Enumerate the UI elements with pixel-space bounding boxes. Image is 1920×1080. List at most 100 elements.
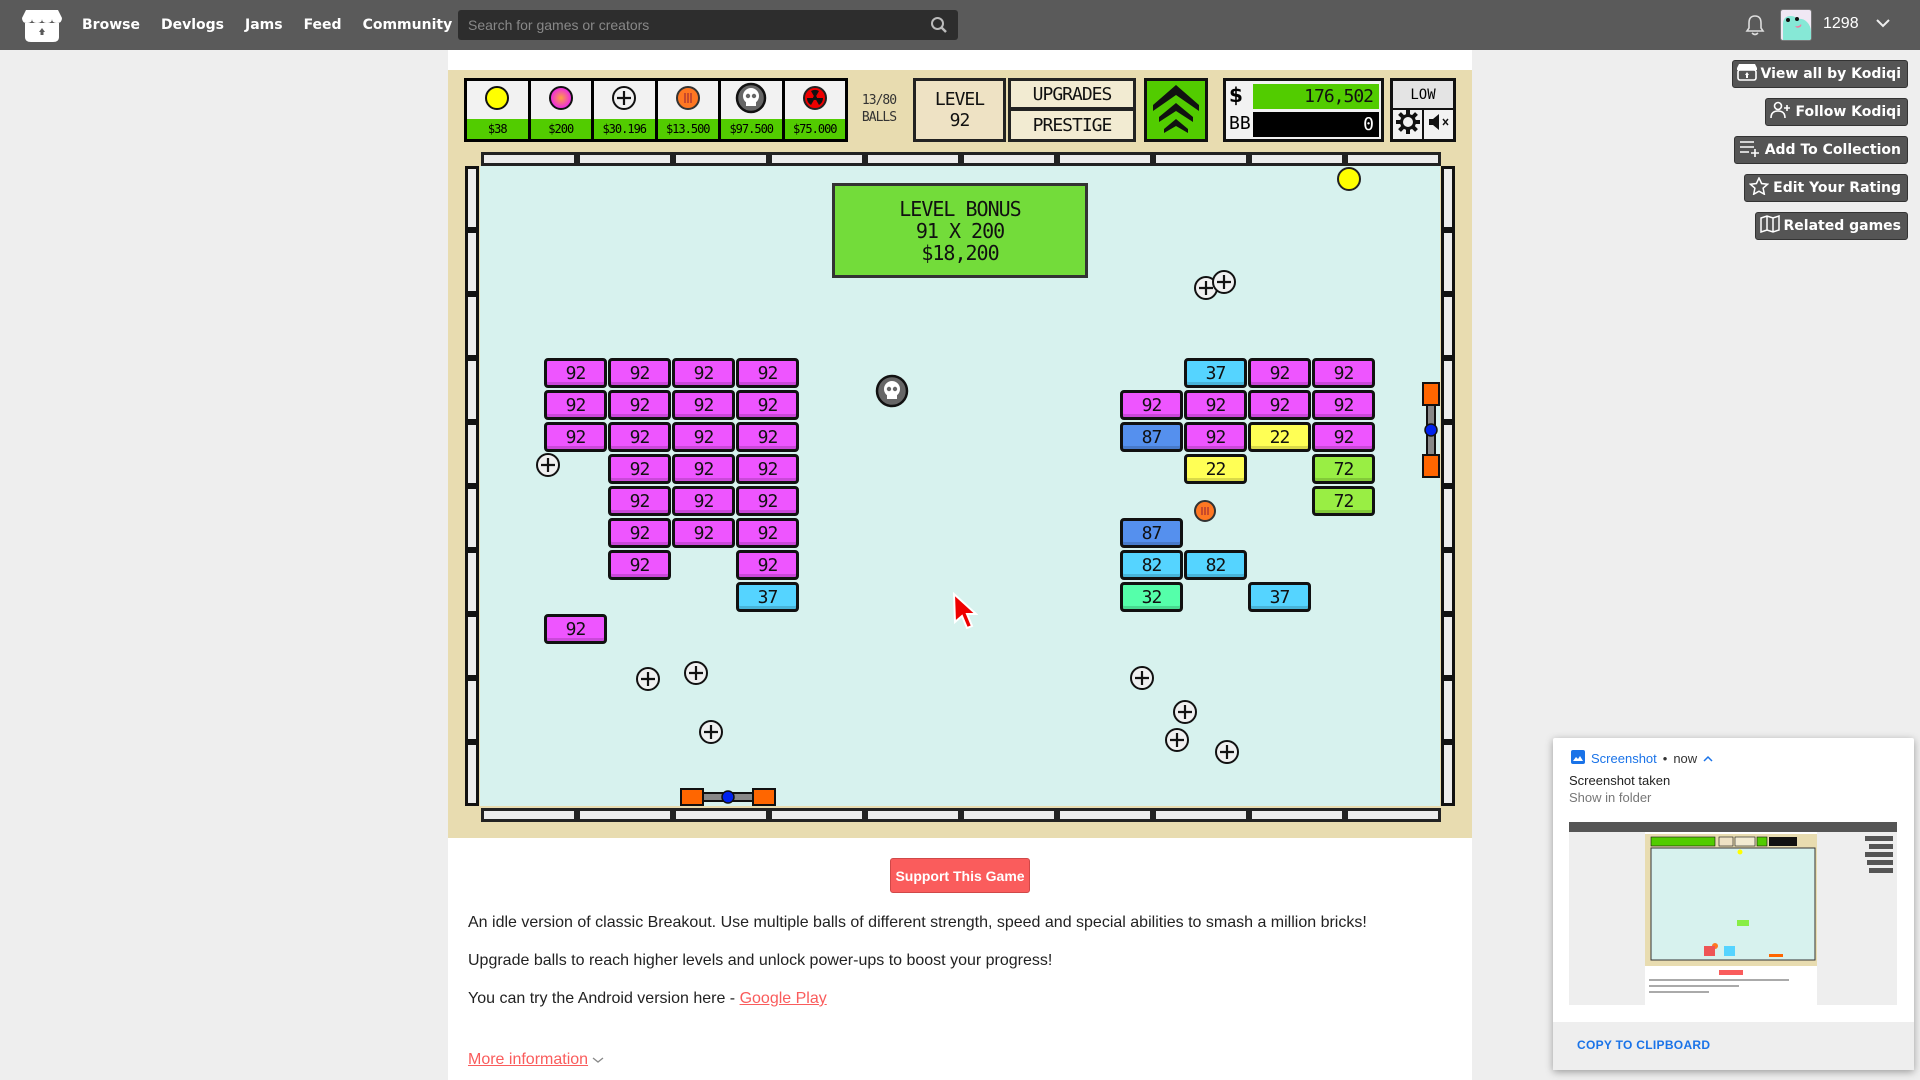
shop-item-basic-ball[interactable]: $38	[467, 81, 528, 139]
ball-shop: $38 $200 $30.196 $13.500 $97.500 $75.000	[464, 78, 848, 142]
google-play-link[interactable]: Google Play	[740, 990, 827, 1007]
shop-price: $30.196	[594, 119, 655, 139]
shop-item-plus-ball[interactable]: $30.196	[594, 81, 655, 139]
view-all-by-author-button[interactable]: View all by Kodiqi	[1731, 60, 1908, 88]
wall-segment-right	[1441, 550, 1455, 614]
gear-icon	[1395, 110, 1420, 139]
user-coin-count: 1298	[1823, 15, 1859, 32]
balls-count-label: BALLS	[861, 110, 897, 125]
triple-chevron-up-icon	[1149, 81, 1203, 140]
wall-segment-left	[465, 678, 479, 742]
nav-community[interactable]: Community	[363, 17, 453, 33]
brick-left: 92	[608, 486, 671, 516]
brick-right: 72	[1312, 486, 1375, 516]
nav-browse[interactable]: Browse	[82, 17, 140, 33]
skull-ball-icon	[735, 82, 767, 119]
bonus-multiplier: 91 X 200	[915, 218, 1005, 243]
nav-devlogs[interactable]: Devlogs	[161, 17, 224, 33]
right-paddle	[1422, 382, 1440, 483]
bonus-title: LEVEL BONUS	[899, 196, 1021, 221]
chevron-up-icon[interactable]	[1703, 751, 1713, 766]
brick-left: 92	[736, 454, 799, 484]
plus-ball-icon	[536, 453, 560, 477]
nav-jams[interactable]: Jams	[245, 17, 283, 33]
shop-price: $200	[530, 119, 591, 139]
wall-segment-bottom	[1249, 808, 1345, 822]
brick-left: 92	[672, 422, 735, 452]
screenshot-notification: Screenshot • now Screenshot taken Show i…	[1553, 738, 1914, 1070]
wall-segment-right	[1441, 294, 1455, 358]
quality-toggle-button[interactable]: LOW	[1393, 81, 1453, 108]
search-input[interactable]	[458, 10, 958, 40]
skull-ball-icon	[875, 374, 909, 413]
plus-ball-icon	[1130, 666, 1154, 690]
upgrades-button[interactable]: UPGRADES	[1008, 78, 1136, 110]
edit-rating-button[interactable]: Edit Your Rating	[1744, 174, 1908, 202]
related-games-button[interactable]: Related games	[1754, 212, 1908, 240]
balls-count-value: 13/80	[861, 93, 897, 108]
notifications-bell-icon[interactable]	[1745, 14, 1765, 41]
wall-segment-top	[961, 152, 1057, 166]
wall-segment-top	[1153, 152, 1249, 166]
bottom-paddle	[680, 788, 776, 811]
bb-label: BB	[1229, 113, 1251, 134]
itchio-icon	[1736, 63, 1757, 85]
level-up-button[interactable]	[1144, 78, 1208, 142]
main-nav: Browse Devlogs Jams Feed Community	[82, 0, 473, 50]
more-information-link[interactable]: More information	[468, 1051, 588, 1069]
nav-feed[interactable]: Feed	[304, 17, 342, 33]
wall-segment-bottom	[769, 808, 865, 822]
copy-to-clipboard-button[interactable]: COPY TO CLIPBOARD	[1577, 1038, 1710, 1052]
search-icon[interactable]	[930, 16, 948, 39]
shop-item-plasma-ball[interactable]: $200	[530, 81, 591, 139]
screenshot-thumbnail[interactable]	[1569, 822, 1897, 1005]
wall-segment-bottom	[1153, 808, 1249, 822]
show-in-folder-link[interactable]: Show in folder	[1569, 790, 1651, 805]
follow-author-button[interactable]: Follow Kodiqi	[1764, 98, 1908, 126]
brick-left: 92	[544, 390, 607, 420]
button-label: Add To Collection	[1764, 142, 1901, 158]
chevron-down-icon[interactable]	[1875, 16, 1891, 34]
wall-segment-right	[1441, 742, 1455, 806]
brick-right: 92	[1312, 422, 1375, 452]
yellow-ball-icon	[484, 85, 510, 116]
user-avatar[interactable]	[1780, 9, 1812, 41]
brick-right: 82	[1120, 550, 1183, 580]
wall-segment-top	[769, 152, 865, 166]
brick-left: 92	[736, 518, 799, 548]
wall-segment-left	[465, 294, 479, 358]
wall-segment-left	[465, 422, 479, 486]
add-list-icon	[1739, 139, 1761, 161]
follow-user-icon	[1769, 101, 1792, 123]
support-this-game-button[interactable]: Support This Game	[890, 858, 1030, 893]
prestige-button[interactable]: PRESTIGE	[1008, 108, 1136, 142]
shop-item-skull-ball[interactable]: $97.500	[721, 81, 782, 139]
brick-left: 92	[544, 358, 607, 388]
brick-right: 87	[1120, 422, 1183, 452]
currency-panel: $ 176,502 BB 0	[1223, 78, 1384, 142]
wall-segment-right	[1441, 422, 1455, 486]
shop-price: $38	[467, 119, 528, 139]
mute-button[interactable]	[1424, 110, 1453, 139]
shop-price: $75.000	[784, 119, 845, 139]
brick-left: 92	[608, 358, 671, 388]
itchio-logo-icon[interactable]	[22, 8, 62, 44]
settings-button[interactable]	[1393, 110, 1422, 139]
wall-segment-bottom	[1345, 808, 1441, 822]
shop-item-cannon-ball[interactable]: $13.500	[657, 81, 718, 139]
wall-segment-bottom	[865, 808, 961, 822]
brick-right: 92	[1184, 390, 1247, 420]
search-box	[458, 10, 958, 40]
chevron-down-icon	[592, 1051, 604, 1069]
more-information-toggle[interactable]: More information	[468, 1051, 604, 1069]
button-label: Follow Kodiqi	[1795, 104, 1902, 120]
shop-item-nuke-ball[interactable]: $75.000	[784, 81, 845, 139]
brick-left: 92	[736, 390, 799, 420]
wall-segment-top	[1249, 152, 1345, 166]
add-to-collection-button[interactable]: Add To Collection	[1733, 136, 1908, 164]
wall-segment-right	[1441, 230, 1455, 294]
wall-segment-left	[465, 742, 479, 806]
wall-segment-top	[1057, 152, 1153, 166]
brick-right: 92	[1248, 390, 1311, 420]
shop-price: $13.500	[657, 119, 718, 139]
